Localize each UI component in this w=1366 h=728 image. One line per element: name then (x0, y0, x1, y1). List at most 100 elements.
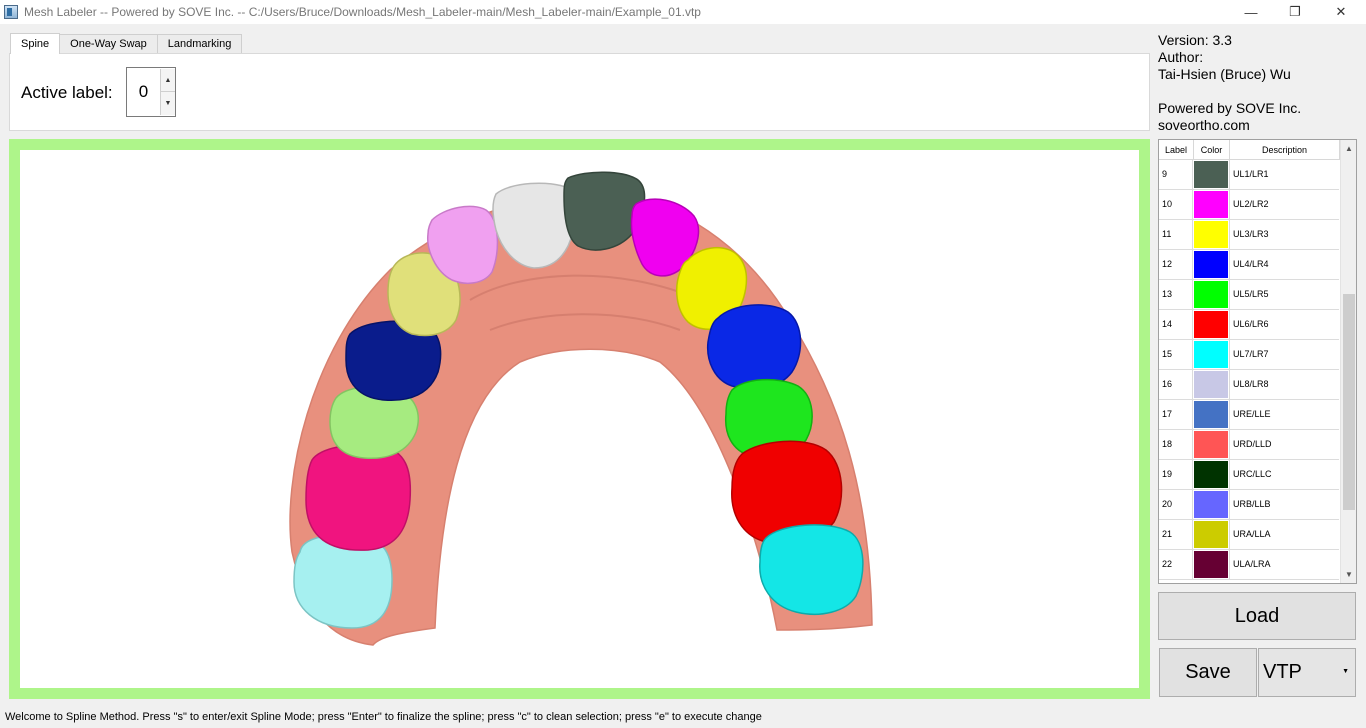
row-divider (1229, 310, 1230, 339)
row-divider (1229, 280, 1230, 309)
row-label-value: 14 (1159, 310, 1193, 339)
row-label-value: 16 (1159, 370, 1193, 399)
row-divider (1229, 430, 1230, 459)
format-dropdown[interactable]: VTP ▼ (1258, 648, 1356, 697)
row-color-swatch[interactable] (1194, 221, 1228, 248)
title-bar: Mesh Labeler -- Powered by SOVE Inc. -- … (0, 0, 1366, 24)
row-color-swatch[interactable] (1194, 551, 1228, 578)
row-divider (1229, 490, 1230, 519)
row-color-swatch[interactable] (1194, 311, 1228, 338)
row-divider (1229, 250, 1230, 279)
row-divider (1229, 190, 1230, 219)
table-row[interactable]: 12 UL4/LR4 (1159, 250, 1339, 280)
dental-mesh-render[interactable] (20, 150, 1139, 688)
row-description: UL1/LR1 (1233, 169, 1269, 179)
label-table[interactable]: Label Color Description 9 UL1/LR1 10 UL2/LR… (1158, 139, 1357, 584)
row-color-swatch[interactable] (1194, 461, 1228, 488)
row-label-value: 12 (1159, 250, 1193, 279)
table-row[interactable]: 16 UL8/LR8 (1159, 370, 1339, 400)
spine-tab-panel: Active label: 0 ▲ ▼ (9, 53, 1150, 131)
row-label-value: 19 (1159, 460, 1193, 489)
mesh-viewport[interactable] (20, 150, 1139, 688)
row-description: URA/LLA (1233, 529, 1271, 539)
website-text: soveortho.com (1158, 117, 1250, 133)
row-color-swatch[interactable] (1194, 431, 1228, 458)
tooth-molar-right-back[interactable] (759, 524, 864, 615)
row-description: UL3/LR3 (1233, 229, 1269, 239)
row-description: UL7/LR7 (1233, 349, 1269, 359)
tab-spine[interactable]: Spine (10, 33, 61, 54)
row-divider (1229, 370, 1230, 399)
minimize-button[interactable]: — (1228, 0, 1274, 24)
row-description: UL4/LR4 (1233, 259, 1269, 269)
row-label-value: 10 (1159, 190, 1193, 219)
table-row[interactable]: 17 URE/LLE (1159, 400, 1339, 430)
table-row[interactable]: 10 UL2/LR2 (1159, 190, 1339, 220)
close-button[interactable]: ✕ (1318, 0, 1364, 24)
row-description: UL2/LR2 (1233, 199, 1269, 209)
tooth-premolar-right-1[interactable] (706, 304, 802, 390)
header-color[interactable]: Color (1194, 140, 1230, 160)
row-color-swatch[interactable] (1194, 341, 1228, 368)
spin-up-arrow-icon[interactable]: ▲ (160, 69, 175, 92)
table-row[interactable]: 14 UL6/LR6 (1159, 310, 1339, 340)
tab-one-way-swap[interactable]: One-Way Swap (59, 34, 158, 54)
table-row[interactable]: 21 URA/LLA (1159, 520, 1339, 550)
row-color-swatch[interactable] (1194, 251, 1228, 278)
table-row[interactable]: 19 URC/LLC (1159, 460, 1339, 490)
status-bar-text: Welcome to Spline Method. Press "s" to e… (5, 711, 762, 723)
row-color-swatch[interactable] (1194, 371, 1228, 398)
table-row[interactable]: 9 UL1/LR1 (1159, 160, 1339, 190)
restore-button[interactable]: ❐ (1272, 0, 1318, 24)
row-color-swatch[interactable] (1194, 401, 1228, 428)
row-color-swatch[interactable] (1194, 491, 1228, 518)
row-description: URC/LLC (1233, 469, 1272, 479)
row-label-value: 17 (1159, 400, 1193, 429)
table-row[interactable]: 18 URD/LLD (1159, 430, 1339, 460)
row-label-value: 15 (1159, 340, 1193, 369)
author-name: Tai-Hsien (Bruce) Wu (1158, 66, 1291, 82)
row-description: URD/LLD (1233, 439, 1272, 449)
row-divider (1229, 160, 1230, 189)
row-label-value: 11 (1159, 220, 1193, 249)
load-button[interactable]: Load (1158, 592, 1356, 640)
table-row[interactable]: 13 UL5/LR5 (1159, 280, 1339, 310)
active-label-value[interactable]: 0 (127, 68, 160, 116)
table-row[interactable]: 11 UL3/LR3 (1159, 220, 1339, 250)
row-label-value: 9 (1159, 160, 1193, 189)
author-heading: Author: (1158, 49, 1204, 65)
table-row[interactable]: 22 ULA/LRA (1159, 550, 1339, 580)
row-color-swatch[interactable] (1194, 521, 1228, 548)
app-icon (4, 5, 18, 19)
tab-landmarking[interactable]: Landmarking (156, 34, 243, 54)
window-title: Mesh Labeler -- Powered by SOVE Inc. -- … (24, 5, 701, 19)
tooth-molar-left-1[interactable] (305, 444, 412, 551)
powered-by-text: Powered by SOVE Inc. (1158, 100, 1302, 116)
spin-down-arrow-icon[interactable]: ▼ (160, 92, 175, 115)
save-button[interactable]: Save (1159, 648, 1257, 697)
row-description: UL5/LR5 (1233, 289, 1269, 299)
table-row[interactable]: 15 UL7/LR7 (1159, 340, 1339, 370)
table-row[interactable]: 20 URB/LLB (1159, 490, 1339, 520)
row-divider (1229, 550, 1230, 579)
scroll-down-arrow-icon[interactable]: ▼ (1341, 566, 1356, 583)
row-color-swatch[interactable] (1194, 161, 1228, 188)
header-description[interactable]: Description (1230, 140, 1340, 160)
active-label-caption: Active label: (21, 83, 113, 102)
row-color-swatch[interactable] (1194, 281, 1228, 308)
table-scrollbar[interactable]: ▲ ▼ (1340, 140, 1356, 583)
row-label-value: 18 (1159, 430, 1193, 459)
row-label-value: 22 (1159, 550, 1193, 579)
row-divider (1229, 220, 1230, 249)
active-label-spinbox[interactable]: 0 ▲ ▼ (126, 67, 176, 117)
row-label-value: 20 (1159, 490, 1193, 519)
header-label[interactable]: Label (1159, 140, 1194, 160)
scroll-up-arrow-icon[interactable]: ▲ (1341, 140, 1356, 157)
format-dropdown-value: VTP (1263, 661, 1302, 683)
row-label-value: 21 (1159, 520, 1193, 549)
row-description: URB/LLB (1233, 499, 1271, 509)
row-divider (1229, 460, 1230, 489)
scroll-thumb[interactable] (1343, 294, 1355, 510)
row-color-swatch[interactable] (1194, 191, 1228, 218)
row-description: URE/LLE (1233, 409, 1271, 419)
